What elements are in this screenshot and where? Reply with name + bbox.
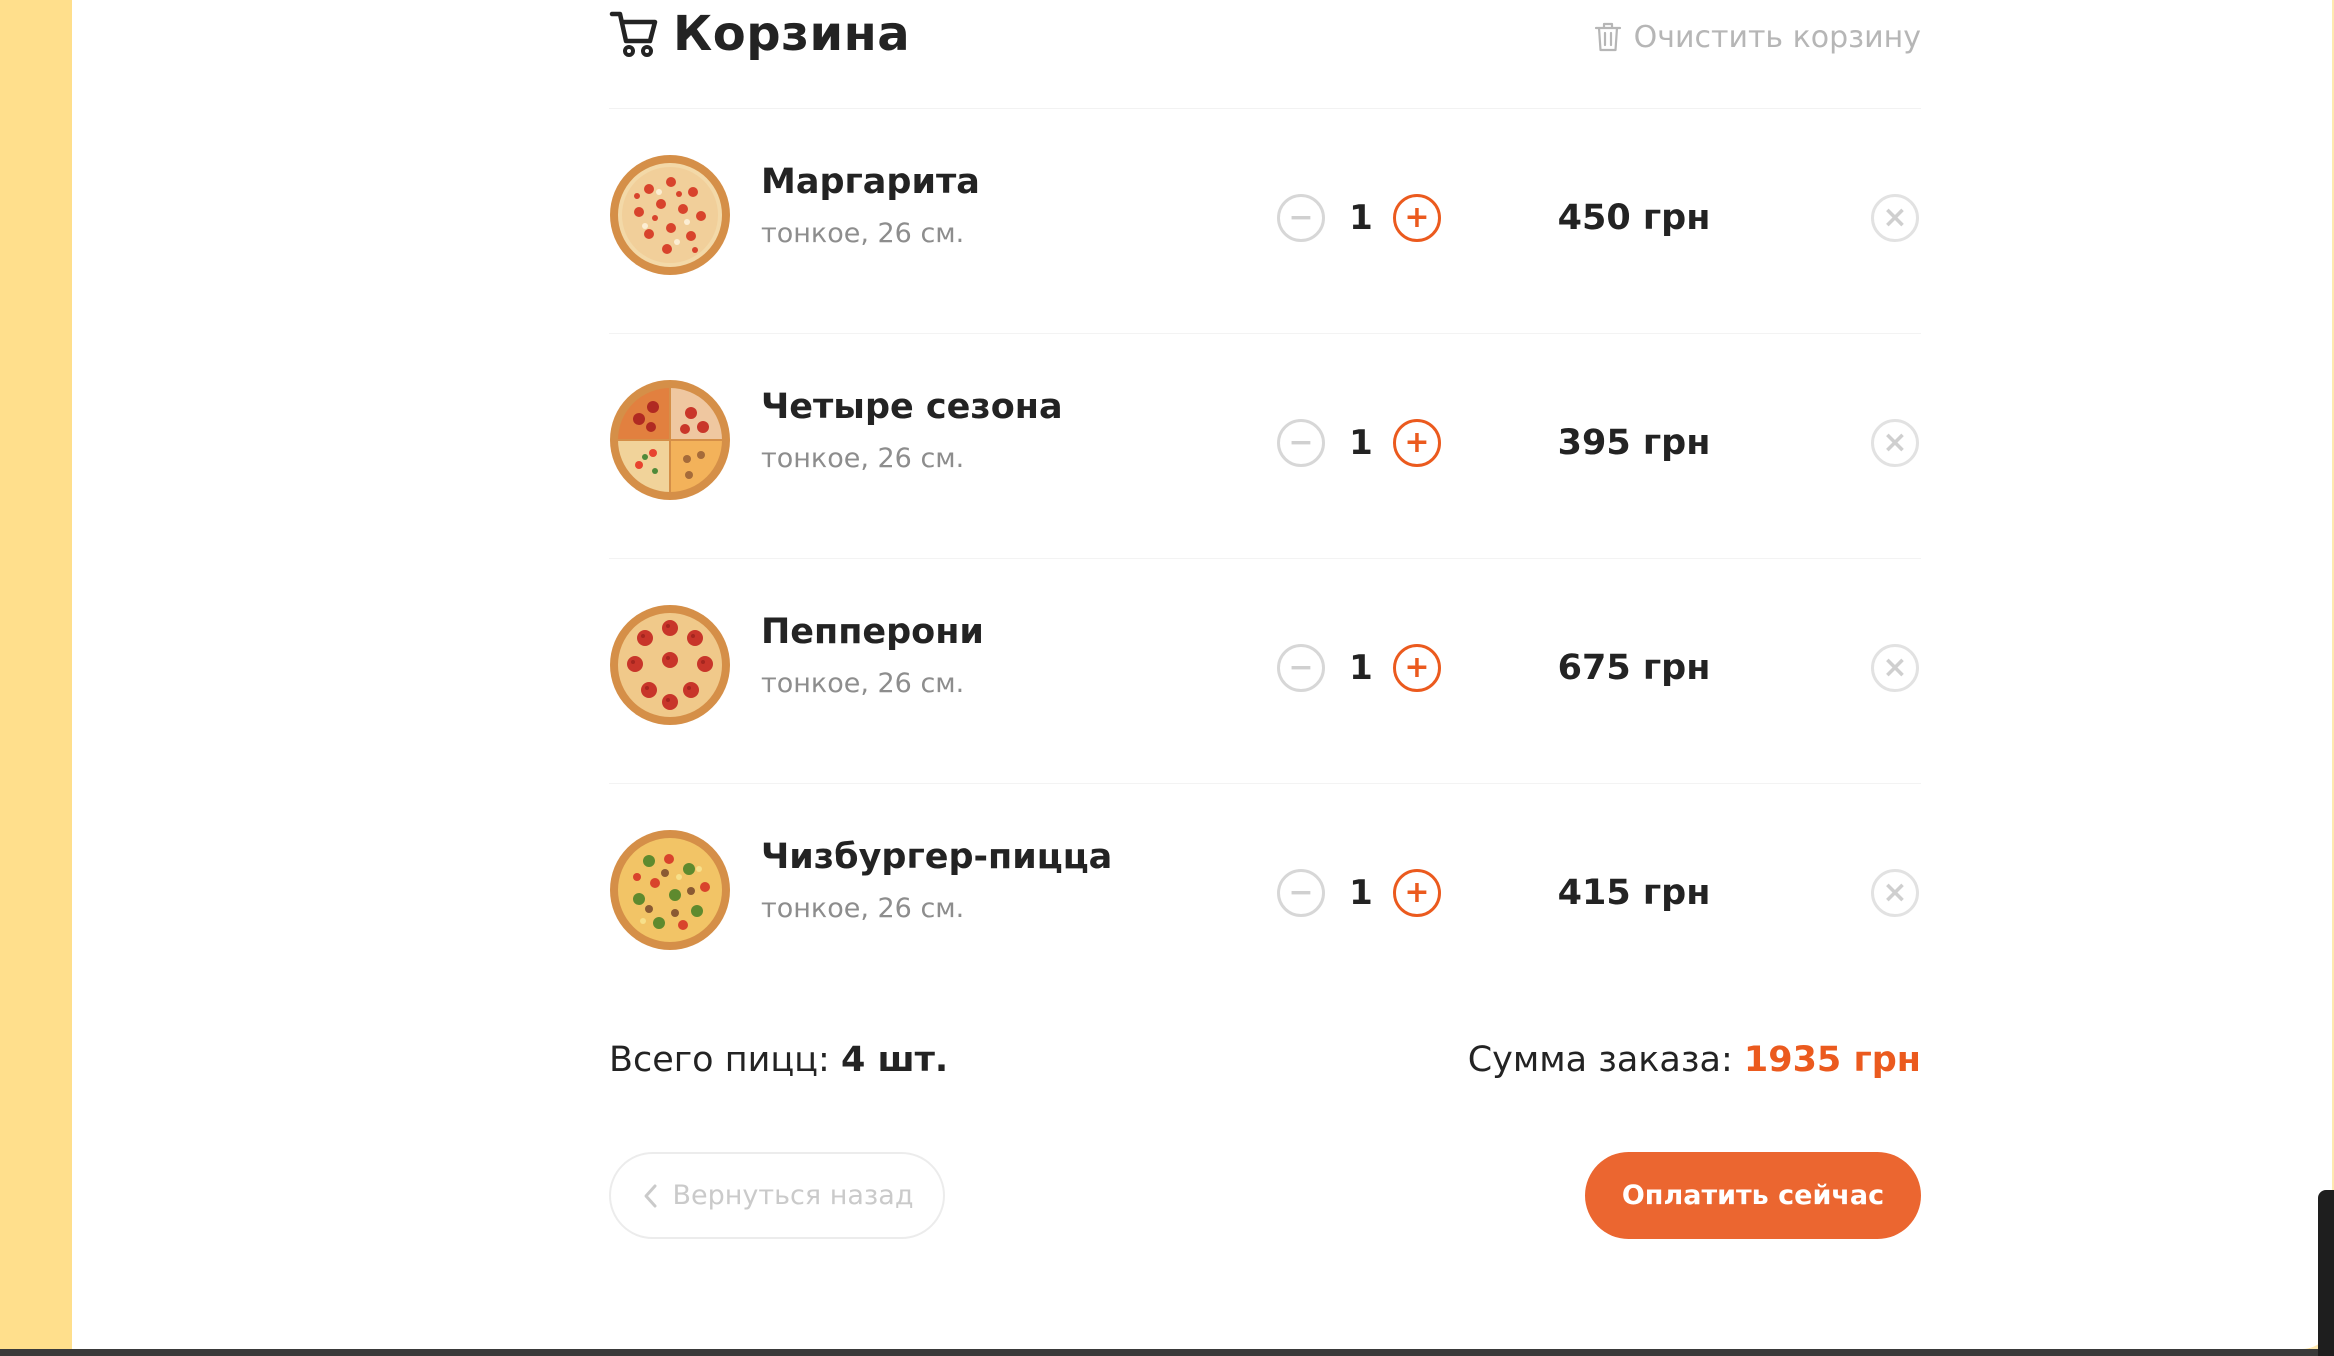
total-count-value: 4 шт.: [840, 1040, 949, 1080]
clear-cart-label: Очистить корзину: [1633, 19, 1921, 55]
chevron-left-icon: [644, 1184, 656, 1207]
pay-now-button[interactable]: Оплатить сейчас: [1585, 1152, 1921, 1239]
item-quantity: 1: [1349, 873, 1373, 913]
increase-quantity-button[interactable]: +: [1393, 419, 1441, 467]
pepperoni-pizza-image: [610, 605, 730, 725]
cart-header: Корзина Очистить корзину: [609, 0, 1921, 109]
close-icon: ×: [1882, 425, 1908, 460]
cart-item: Чизбургер-пицца тонкое, 26 см. − 1 + 415…: [609, 783, 1921, 1008]
pay-now-label: Оплатить сейчас: [1621, 1180, 1885, 1211]
cart-item: Маргарита тонкое, 26 см. − 1 + 450 грн ×: [609, 108, 1921, 334]
cart-icon: [609, 11, 658, 57]
plus-icon: +: [1404, 200, 1430, 235]
plus-icon: +: [1404, 425, 1430, 460]
increase-quantity-button[interactable]: +: [1393, 644, 1441, 692]
item-name: Пепперони: [761, 612, 984, 652]
window-bottom-edge: [0, 1349, 2334, 1356]
increase-quantity-button[interactable]: +: [1393, 869, 1441, 917]
margarita-pizza-image: [610, 155, 730, 275]
back-button[interactable]: Вернуться назад: [609, 1152, 945, 1239]
decrease-quantity-button[interactable]: −: [1277, 194, 1325, 242]
item-name: Чизбургер-пицца: [761, 837, 1113, 877]
page-title: Корзина: [673, 6, 911, 62]
plus-icon: +: [1404, 650, 1430, 685]
close-icon: ×: [1882, 875, 1908, 910]
item-quantity: 1: [1349, 648, 1373, 688]
window-edge-shadow: [2318, 1190, 2334, 1356]
cart-content: Корзина Очистить корзину Маргарита тонко…: [609, 0, 1921, 1349]
increase-quantity-button[interactable]: +: [1393, 194, 1441, 242]
decrease-quantity-button[interactable]: −: [1277, 419, 1325, 467]
decrease-quantity-button[interactable]: −: [1277, 869, 1325, 917]
item-quantity: 1: [1349, 423, 1373, 463]
item-description: тонкое, 26 см.: [761, 668, 965, 699]
decrease-quantity-button[interactable]: −: [1277, 644, 1325, 692]
total-sum-label: Сумма заказа:: [1467, 1040, 1733, 1080]
minus-icon: −: [1288, 650, 1314, 685]
cheeseburger-pizza-image: [610, 830, 730, 950]
close-icon: ×: [1882, 650, 1908, 685]
cart-panel: Корзина Очистить корзину Маргарита тонко…: [72, 0, 2332, 1349]
total-pizza-count: Всего пицц: 4 шт.: [609, 1040, 948, 1080]
minus-icon: −: [1288, 875, 1314, 910]
remove-item-button[interactable]: ×: [1871, 869, 1919, 917]
item-name: Четыре сезона: [761, 387, 1063, 427]
item-description: тонкое, 26 см.: [761, 893, 965, 924]
four-seasons-pizza-image: [610, 380, 730, 500]
cart-item: Пепперони тонкое, 26 см. − 1 + 675 грн ×: [609, 558, 1921, 784]
item-name: Маргарита: [761, 162, 980, 202]
total-count-label: Всего пицц:: [609, 1040, 830, 1080]
plus-icon: +: [1404, 875, 1430, 910]
total-sum-value: 1935 грн: [1743, 1040, 1921, 1080]
minus-icon: −: [1288, 425, 1314, 460]
item-description: тонкое, 26 см.: [761, 218, 965, 249]
item-price: 450 грн: [1557, 198, 1711, 238]
remove-item-button[interactable]: ×: [1871, 419, 1919, 467]
minus-icon: −: [1288, 200, 1314, 235]
order-total: Сумма заказа: 1935 грн: [1468, 1040, 1921, 1080]
item-price: 675 грн: [1557, 648, 1711, 688]
item-description: тонкое, 26 см.: [761, 443, 965, 474]
remove-item-button[interactable]: ×: [1871, 194, 1919, 242]
trash-icon: [1594, 22, 1621, 52]
item-quantity: 1: [1349, 198, 1373, 238]
close-icon: ×: [1882, 200, 1908, 235]
clear-cart-button[interactable]: Очистить корзину: [1594, 14, 1921, 60]
item-price: 395 грн: [1557, 423, 1711, 463]
item-price: 415 грн: [1557, 873, 1711, 913]
remove-item-button[interactable]: ×: [1871, 644, 1919, 692]
back-button-label: Вернуться назад: [672, 1180, 914, 1211]
cart-item: Четыре сезона тонкое, 26 см. − 1 + 395 г…: [609, 333, 1921, 559]
